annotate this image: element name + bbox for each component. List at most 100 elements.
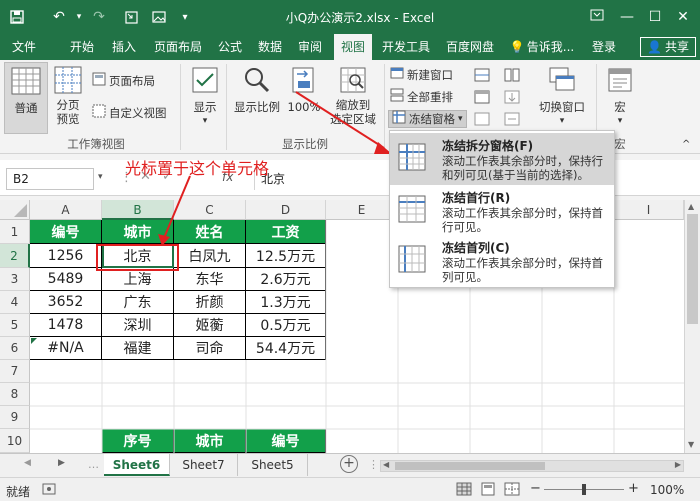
zoom-button[interactable]: 显示比例 (232, 66, 282, 114)
column-header-e[interactable]: E (326, 200, 398, 220)
page-break-preview-button[interactable]: 分页 预览 (50, 66, 86, 126)
share-button[interactable]: 👤 共享 (640, 37, 696, 57)
tab-formulas[interactable]: 公式 (214, 34, 246, 60)
select-all-corner[interactable] (0, 200, 30, 220)
add-sheet-icon[interactable]: + (340, 455, 358, 473)
freeze-panes-menu: 冻结拆分窗格(F) 滚动工作表其余部分时，保持行和列可见(基于当前的选择)。 冻… (389, 130, 615, 288)
close-icon[interactable]: ✕ (670, 6, 696, 28)
zoom-slider-thumb[interactable] (582, 484, 586, 495)
split-icon[interactable] (474, 66, 490, 84)
freeze-panes-icon (392, 110, 406, 129)
tab-split-icon[interactable]: ⋮ (368, 458, 379, 471)
switch-windows-button[interactable]: 切换窗口 ▾ (534, 66, 590, 128)
page-layout-status-icon[interactable] (480, 482, 496, 499)
column-header-c[interactable]: C (174, 200, 246, 220)
page-break-status-icon[interactable] (504, 482, 520, 499)
view-side-by-side-icon[interactable] (504, 66, 520, 84)
tab-insert[interactable]: 插入 (108, 34, 140, 60)
horizontal-scrollbar[interactable]: ◀ ▶ (380, 460, 684, 472)
row-header-8[interactable]: 8 (0, 383, 30, 406)
macros-button[interactable]: 宏 ▾ (602, 66, 638, 128)
tab-file[interactable]: 文件 (8, 34, 40, 60)
zoom-level[interactable]: 100% (650, 483, 684, 497)
row-header-6[interactable]: 6 (0, 337, 30, 360)
hide-window-icon[interactable] (474, 88, 490, 106)
zoom-out-icon[interactable]: − (530, 481, 541, 496)
normal-view-button[interactable]: 普通 (4, 62, 48, 134)
next-sheet-icon[interactable]: ▶ (58, 458, 65, 468)
zoom-to-selection-button[interactable]: 缩放到 选定区域 (326, 66, 380, 126)
menu-item-freeze-top-row[interactable]: 冻结首行(R) 滚动工作表其余部分时，保持首行可见。 (390, 185, 614, 237)
group-label-zoom: 显示比例 (282, 137, 328, 151)
row-header-2[interactable]: 2 (0, 244, 30, 268)
menu-item-freeze-panes[interactable]: 冻结拆分窗格(F) 滚动工作表其余部分时，保持行和列可见(基于当前的选择)。 (390, 133, 614, 185)
group-divider (180, 64, 181, 150)
tab-page-layout[interactable]: 页面布局 (150, 34, 206, 60)
record-macro-icon[interactable] (42, 482, 56, 499)
zoom-100-button[interactable]: 100% (286, 66, 322, 114)
tab-home[interactable]: 开始 (66, 34, 98, 60)
reset-window-position-icon[interactable] (504, 110, 520, 128)
sync-scroll-icon[interactable] (504, 88, 520, 106)
sheet-more-icon[interactable]: … (88, 458, 99, 471)
vertical-scrollbar[interactable]: ▲ ▼ (684, 200, 700, 453)
redo-icon[interactable]: ↷ (88, 7, 110, 27)
row-header-7[interactable]: 7 (0, 360, 30, 383)
show-dropdown-icon: ▾ (202, 116, 208, 126)
row-header-3[interactable]: 3 (0, 268, 30, 291)
sheet-tab-bar: ◀ ▶ … Sheet6 Sheet7 Sheet5 + ⋮ ◀ ▶ (0, 453, 700, 477)
undo-dropdown-icon[interactable]: ▾ (68, 7, 90, 27)
ribbon-display-icon[interactable] (584, 6, 610, 28)
arrange-all-button[interactable]: 全部重排 (390, 88, 453, 106)
collapse-ribbon-icon[interactable]: ^ (682, 136, 690, 154)
tab-developer[interactable]: 开发工具 (378, 34, 434, 60)
tab-data[interactable]: 数据 (254, 34, 286, 60)
customize-quick-access-icon[interactable]: ▾ (174, 7, 196, 27)
switch-windows-icon (548, 66, 576, 94)
scroll-left-icon[interactable]: ◀ (383, 460, 389, 469)
column-header-a[interactable]: A (30, 200, 102, 220)
sheet-tab-sheet6[interactable]: Sheet6 (104, 454, 170, 476)
row-header-5[interactable]: 5 (0, 314, 30, 337)
column-header-d[interactable]: D (246, 200, 326, 220)
horizontal-scroll-thumb[interactable] (395, 462, 545, 470)
tab-baidu-netdisk[interactable]: 百度网盘 (442, 34, 498, 60)
column-header-b[interactable]: B (102, 200, 174, 220)
group-label-workbook-views: 工作簿视图 (67, 137, 125, 151)
login-link[interactable]: 登录 (588, 34, 620, 60)
sheet-tab-sheet5[interactable]: Sheet5 (238, 454, 308, 476)
scroll-thumb[interactable] (687, 214, 698, 324)
column-header-i[interactable]: I (614, 200, 684, 220)
minimize-icon[interactable]: — (614, 6, 640, 28)
zoom-in-icon[interactable]: + (628, 481, 639, 496)
maximize-icon[interactable]: ☐ (642, 6, 668, 28)
row-header-9[interactable]: 9 (0, 406, 30, 429)
scroll-down-icon[interactable]: ▼ (688, 440, 694, 449)
name-box[interactable]: B2 (6, 168, 94, 190)
menu-item-freeze-first-column[interactable]: 冻结首列(C) 滚动工作表其余部分时，保持首列可见。 (390, 235, 614, 287)
unhide-window-icon[interactable] (474, 110, 490, 128)
custom-views-button[interactable]: 自定义视图 (92, 104, 167, 122)
prev-sheet-icon[interactable]: ◀ (24, 458, 31, 468)
tab-review[interactable]: 审阅 (294, 34, 326, 60)
freeze-top-row-icon (398, 195, 426, 223)
scroll-right-icon[interactable]: ▶ (675, 460, 681, 469)
row-header-1[interactable]: 1 (0, 220, 30, 244)
image-icon[interactable] (148, 7, 170, 27)
save-icon[interactable] (6, 7, 28, 27)
row-header-4[interactable]: 4 (0, 291, 30, 314)
tab-view[interactable]: 视图 (334, 34, 372, 60)
show-button[interactable]: 显示 ▾ (188, 66, 222, 128)
switch-dropdown-icon: ▾ (559, 116, 565, 126)
sheet-tab-sheet7[interactable]: Sheet7 (170, 454, 238, 476)
undo-icon[interactable]: ↶ (48, 7, 70, 27)
normal-view-status-icon[interactable] (456, 482, 472, 499)
page-layout-button[interactable]: 页面布局 (92, 72, 155, 90)
tell-me-box[interactable]: 💡 告诉我... (506, 34, 578, 60)
freeze-panes-button[interactable]: 冻结窗格 ▾ (388, 110, 467, 128)
new-window-button[interactable]: 新建窗口 (390, 66, 453, 84)
quick-access-icon[interactable] (120, 7, 142, 27)
scroll-up-icon[interactable]: ▲ (688, 202, 694, 211)
name-box-dropdown-icon[interactable]: ▾ (98, 172, 103, 182)
row-header-10[interactable]: 10 (0, 429, 30, 453)
